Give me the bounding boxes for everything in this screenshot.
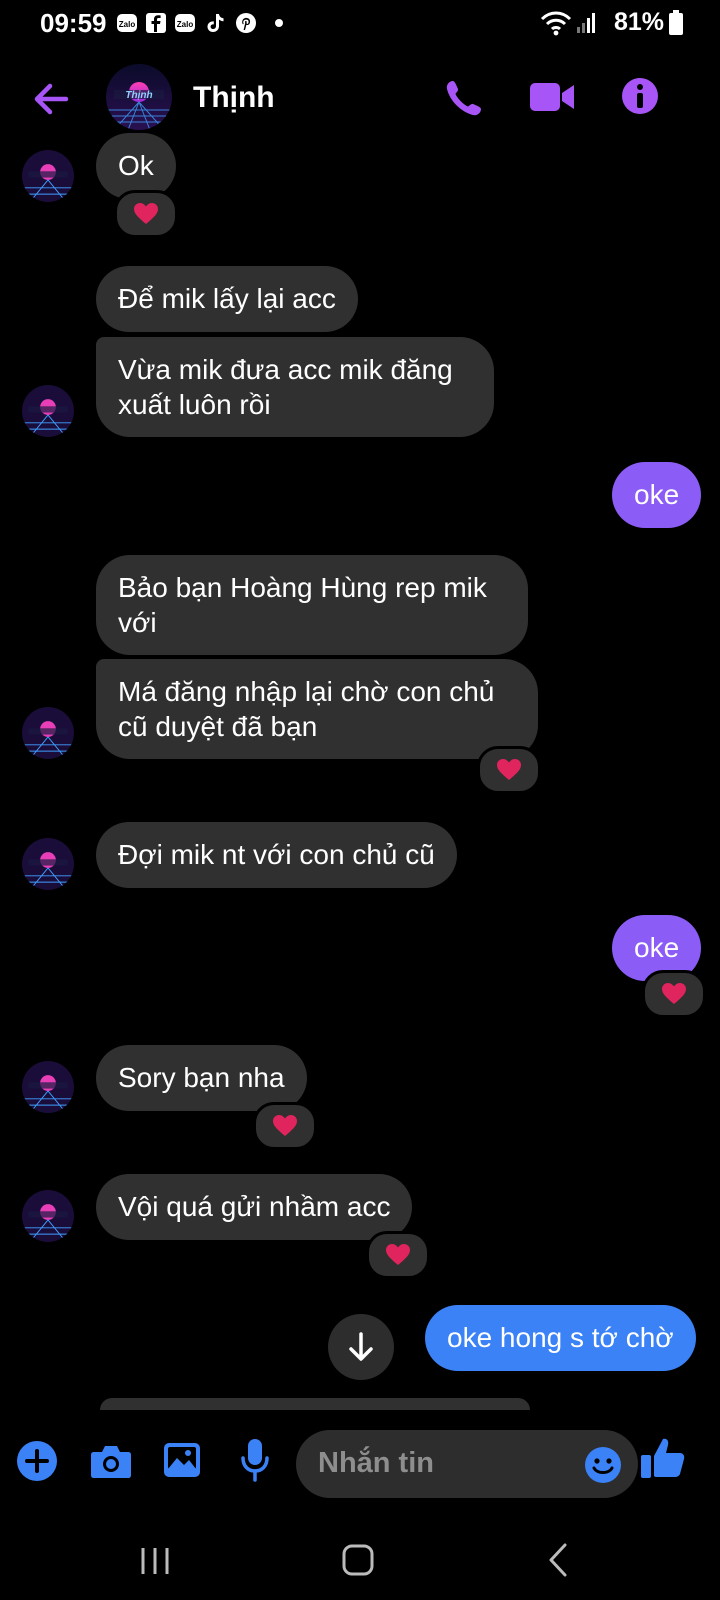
message-bubble[interactable]: oke hong s tớ chờ — [425, 1305, 696, 1371]
video-call-icon[interactable] — [528, 80, 576, 114]
phone-call-icon[interactable] — [444, 78, 484, 118]
heart-icon — [662, 983, 686, 1004]
sender-avatar[interactable] — [22, 1190, 74, 1242]
svg-text:Zalo: Zalo — [177, 20, 194, 29]
contact-avatar[interactable]: Thịnh — [106, 64, 172, 130]
camera-icon[interactable] — [90, 1442, 132, 1480]
zalo-icon: Zalo — [175, 14, 195, 32]
wifi-icon — [540, 11, 572, 36]
recent-apps-icon[interactable] — [138, 1544, 172, 1578]
sender-avatar[interactable] — [22, 385, 74, 437]
home-icon[interactable] — [340, 1542, 376, 1578]
message-input-placeholder[interactable]: Nhắn tin — [318, 1447, 434, 1480]
battery-icon — [669, 10, 683, 35]
back-arrow-icon[interactable] — [30, 78, 72, 120]
heart-icon — [386, 1244, 410, 1265]
tiktok-icon — [207, 14, 224, 32]
heart-icon — [497, 759, 521, 780]
reaction-badge[interactable] — [477, 746, 541, 794]
facebook-icon — [146, 13, 166, 33]
image-gallery-icon[interactable] — [163, 1442, 201, 1478]
sender-avatar[interactable] — [22, 838, 74, 890]
heart-icon — [273, 1115, 297, 1136]
system-navigation-bar — [0, 1528, 720, 1600]
message-bubble[interactable]: Bảo bạn Hoàng Hùng rep mik với — [96, 555, 528, 655]
message-bubble[interactable]: Đợi mik nt với con chủ cũ — [96, 822, 457, 888]
emoji-icon[interactable] — [584, 1446, 622, 1484]
info-icon[interactable] — [620, 76, 660, 116]
status-time: 09:59 — [40, 8, 107, 38]
reaction-badge[interactable] — [642, 970, 706, 1018]
message-bubble[interactable]: Má đăng nhập lại chờ con chủ cũ duyệt đã… — [96, 659, 538, 759]
svg-text:Thịnh: Thịnh — [125, 90, 152, 101]
message-bubble[interactable]: oke — [612, 462, 702, 528]
message-bubble[interactable]: Vừa mik đưa acc mik đăng xuất luôn rồi — [96, 337, 494, 437]
reaction-badge[interactable] — [114, 190, 178, 238]
reaction-badge[interactable] — [253, 1102, 317, 1150]
sender-avatar[interactable] — [22, 150, 74, 202]
arrow-down-icon — [349, 1332, 373, 1361]
microphone-icon[interactable] — [240, 1438, 270, 1482]
status-bar: 09:59 Zalo Zalo 81% — [0, 0, 720, 46]
plus-icon[interactable] — [16, 1440, 58, 1482]
reaction-badge[interactable] — [366, 1231, 430, 1279]
sender-avatar[interactable] — [22, 707, 74, 759]
back-nav-icon[interactable] — [546, 1542, 570, 1578]
pinterest-icon — [236, 13, 256, 33]
message-bubble[interactable]: Vội quá gửi nhầm acc — [96, 1174, 413, 1240]
thumbs-up-icon[interactable] — [640, 1436, 686, 1480]
dot-icon — [275, 19, 283, 27]
contact-name[interactable]: Thịnh — [193, 81, 275, 115]
message-bubble[interactable]: Để mik lấy lại acc — [96, 266, 358, 332]
battery-percentage: 81% — [614, 8, 665, 36]
svg-text:Zalo: Zalo — [119, 20, 136, 29]
zalo-icon: Zalo — [117, 14, 137, 32]
heart-icon — [134, 203, 158, 224]
signal-icon — [577, 13, 595, 33]
sender-avatar[interactable] — [22, 1061, 74, 1113]
scroll-to-bottom-button[interactable] — [328, 1314, 394, 1380]
